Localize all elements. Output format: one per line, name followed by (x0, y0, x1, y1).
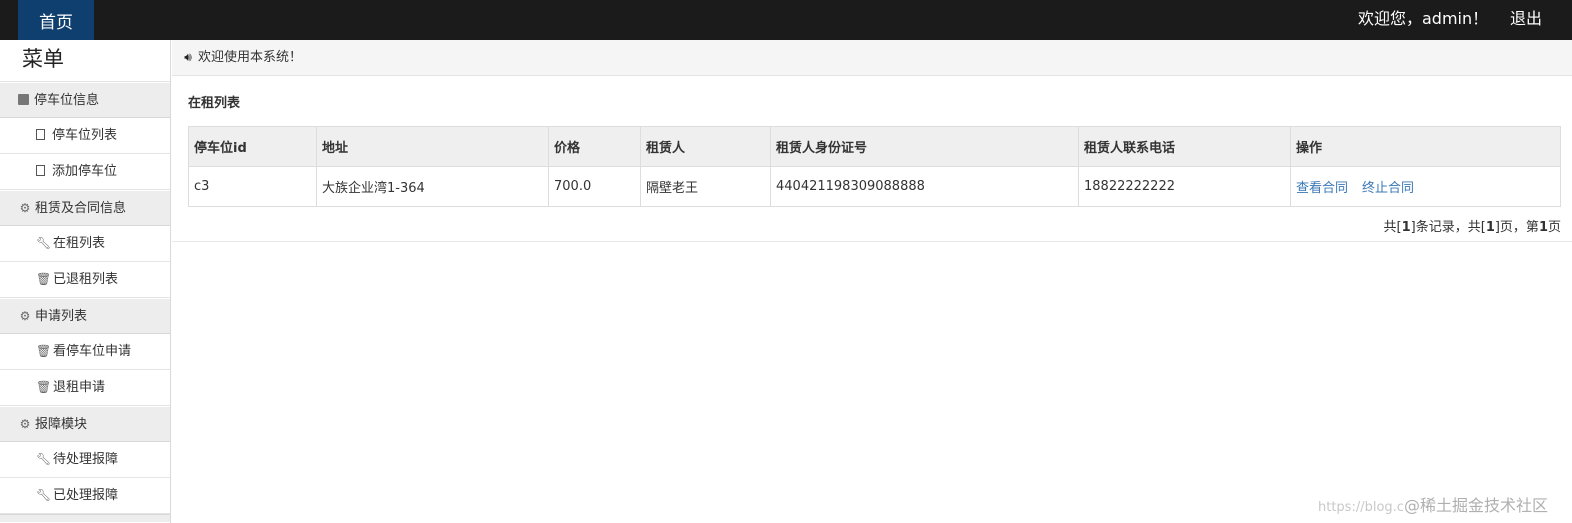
column-header: 停车位id (188, 126, 317, 167)
trash-icon: 🗑︎ (36, 380, 52, 394)
column-header: 租赁人 (640, 126, 771, 167)
column-header: 租赁人联系电话 (1078, 126, 1291, 167)
menu-group-fault-reports[interactable]: ⚙ 报障模块 (0, 406, 170, 442)
view-contract-link[interactable]: 查看合同 (1296, 181, 1348, 196)
watermark: https://blog.c@稀土掘金技术社区 (1318, 492, 1548, 516)
file-icon (36, 129, 45, 140)
column-header: 操作 (1290, 126, 1561, 167)
watermark-url: https://blog.c (1318, 500, 1404, 515)
total-records: 1 (1401, 220, 1411, 235)
menu-group-label: 停车位信息 (34, 93, 100, 108)
cell-address: 大族企业湾1-364 (316, 166, 549, 207)
menu-item-handled-faults[interactable]: 🔧︎ 已处理报障 (0, 478, 170, 514)
home-tab[interactable]: 首页 (18, 0, 94, 40)
terminate-contract-link[interactable]: 终止合同 (1362, 181, 1414, 196)
menu-item-label: 已退租列表 (53, 272, 119, 287)
menu-item-label: 已处理报障 (53, 488, 119, 503)
cell-parking-id: c3 (188, 166, 317, 207)
trash-icon: 🗑︎ (36, 344, 52, 358)
cell-actions: 查看合同 终止合同 (1290, 166, 1561, 207)
menu-title: 菜单 (0, 40, 170, 82)
notice-text: 欢迎使用本系统！ (198, 50, 303, 65)
wrench-icon: 🔧︎ (36, 236, 52, 250)
gear-icon: ⚙ (19, 309, 31, 323)
menu-item-label: 停车位列表 (52, 128, 118, 143)
main-content: 🔊︎ 欢迎使用本系统！ 在租列表 停车位id 地址 价格 租赁人 租赁人身份证号 … (172, 40, 1572, 523)
cell-price: 700.0 (548, 166, 641, 207)
lease-table: 停车位id 地址 价格 租赁人 租赁人身份证号 租赁人联系电话 操作 c3 大族… (188, 126, 1561, 207)
column-header: 租赁人身份证号 (770, 126, 1079, 167)
menu-item-parking-list[interactable]: 停车位列表 (0, 118, 170, 154)
menu-item-label: 待处理报障 (53, 452, 119, 467)
column-header: 地址 (316, 126, 549, 167)
table-row: c3 大族企业湾1-364 700.0 隔壁老王 440421198309088… (188, 166, 1561, 207)
menu-item-label: 添加停车位 (52, 164, 118, 179)
file-icon (36, 165, 45, 176)
menu-group-label: 申请列表 (35, 309, 88, 324)
id-card-icon (18, 94, 29, 105)
panel-title: 在租列表 (188, 96, 241, 111)
menu-item-ended-leases[interactable]: 🗑︎ 已退租列表 (0, 262, 170, 298)
speaker-icon: 🔊︎ (184, 50, 192, 64)
notice-bar: 🔊︎ 欢迎使用本系统！ (172, 40, 1572, 76)
watermark-brand: @稀土掘金技术社区 (1403, 496, 1548, 515)
menu-item-view-applications[interactable]: 🗑︎ 看停车位申请 (0, 334, 170, 370)
menu-next-group-edge (0, 514, 170, 522)
pager-text: ]页，第 (1494, 220, 1539, 235)
logout-link[interactable]: 退出 (1510, 0, 1542, 40)
column-header: 价格 (548, 126, 641, 167)
pager-text: 页 (1547, 220, 1561, 235)
menu-group-label: 租赁及合同信息 (35, 201, 127, 216)
menu-item-add-parking[interactable]: 添加停车位 (0, 154, 170, 190)
wrench-icon: 🔧︎ (36, 488, 52, 502)
current-page: 1 (1538, 220, 1548, 235)
pager-text: 共[ (1383, 220, 1402, 235)
content-divider (172, 241, 1572, 242)
pagination-info: 共[1]条记录，共[1]页，第1页 (1384, 216, 1561, 235)
menu-item-termination-requests[interactable]: 🗑︎ 退租申请 (0, 370, 170, 406)
cell-tenant: 隔壁老王 (640, 166, 771, 207)
top-navbar: 首页 欢迎您，admin！ 退出 (0, 0, 1572, 40)
sidebar-menu: 菜单 停车位信息 停车位列表 添加停车位 ⚙ 租赁及合同信息 🔧︎ 在租列表 🗑︎ 已… (0, 40, 171, 523)
welcome-user-text: 欢迎您，admin！ (1358, 9, 1489, 28)
menu-group-applications[interactable]: ⚙ 申请列表 (0, 298, 170, 334)
menu-group-parking-info[interactable]: 停车位信息 (0, 82, 170, 118)
total-pages: 1 (1485, 220, 1495, 235)
wrench-icon: 🔧︎ (36, 452, 52, 466)
menu-item-pending-faults[interactable]: 🔧︎ 待处理报障 (0, 442, 170, 478)
gear-icon: ⚙ (19, 201, 31, 215)
gear-icon: ⚙ (19, 417, 31, 431)
menu-group-lease-contract[interactable]: ⚙ 租赁及合同信息 (0, 190, 170, 226)
table-header-row: 停车位id 地址 价格 租赁人 租赁人身份证号 租赁人联系电话 操作 (188, 126, 1561, 167)
menu-item-label: 在租列表 (53, 236, 106, 251)
menu-item-active-leases[interactable]: 🔧︎ 在租列表 (0, 226, 170, 262)
menu-group-label: 报障模块 (35, 417, 88, 432)
menu-item-label: 看停车位申请 (53, 344, 132, 359)
cell-phone: 18822222222 (1078, 166, 1291, 207)
cell-id-number: 440421198309088888 (770, 166, 1079, 207)
pager-text: ]条记录，共[ (1410, 220, 1486, 235)
trash-icon: 🗑︎ (36, 272, 52, 286)
menu-item-label: 退租申请 (53, 380, 106, 395)
